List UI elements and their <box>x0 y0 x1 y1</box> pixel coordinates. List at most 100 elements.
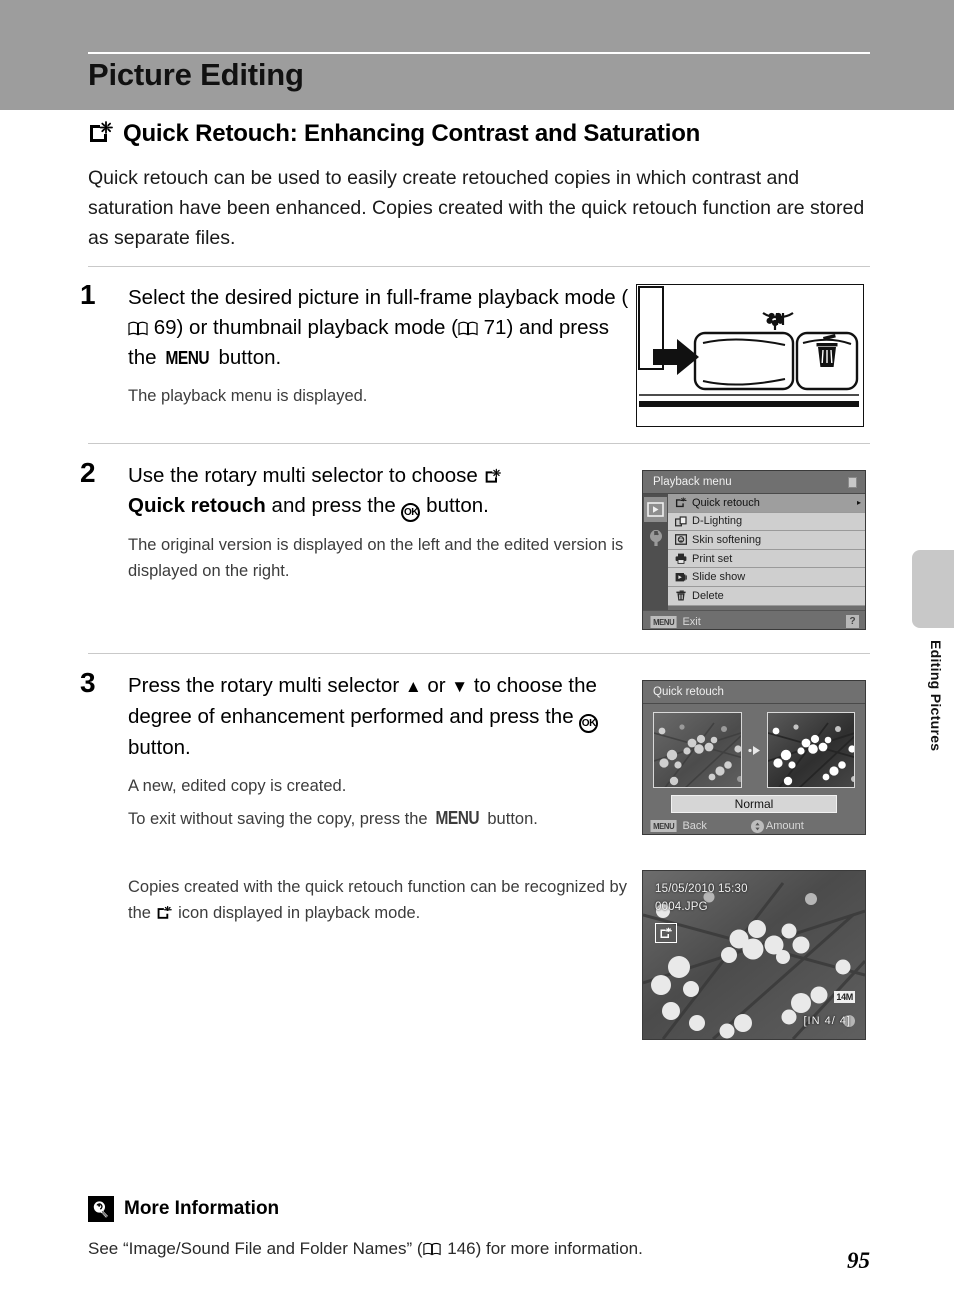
step-3-note-1: A new, edited copy is created. <box>128 777 347 795</box>
menu-chip: MENU <box>650 820 677 832</box>
photo-date: 15/05/2010 15:30 <box>655 883 748 895</box>
quick-retouch-footer: MENU Back Amount <box>643 816 865 834</box>
step-1-text-a: Select the desired picture in full-frame… <box>128 286 629 309</box>
menu-item-label: D-Lighting <box>692 515 743 528</box>
step-3-text-a: Press the rotary multi selector <box>128 674 405 697</box>
more-information-text: See “Image/Sound File and Folder Names” … <box>88 1236 870 1262</box>
step-1-text-d: button. <box>212 346 282 369</box>
back-label: Back <box>682 820 707 832</box>
amount-value[interactable]: Normal <box>671 795 837 813</box>
quick-retouch-badge <box>655 923 677 943</box>
section-intro: Quick retouch can be used to easily crea… <box>88 167 865 249</box>
step-2-text-b: and press the <box>265 494 402 517</box>
step-3-note-2: To exit without saving the copy, press t… <box>128 805 640 832</box>
retouched-preview-pane <box>766 712 855 788</box>
more-info-text-a: See “Image/Sound File and Folder Names” … <box>88 1239 423 1258</box>
page-number: 95 <box>847 1248 870 1273</box>
step-1: 1 Select the desired picture in full-fra… <box>80 279 640 409</box>
playback-screen: 15/05/2010 15:30 0004.JPG 14M [IN 4/ 4] <box>642 870 866 1040</box>
step-1-ref-2: 71 <box>483 316 507 339</box>
playback-menu-footer: MENU Exit ? <box>643 610 865 629</box>
menu-item-d-lighting[interactable]: D-Lighting <box>668 512 865 532</box>
up-arrow-icon: ▲ <box>404 677 422 696</box>
step-3-text-b: or <box>421 674 452 697</box>
amount-label: Amount <box>765 820 804 832</box>
help-icon[interactable]: ? <box>846 615 859 628</box>
resolution-badge: 14M <box>834 991 855 1003</box>
page-header-band: Picture Editing <box>0 0 954 110</box>
menu-item-quick-retouch[interactable]: Quick retouch ▸ <box>668 494 865 513</box>
menu-chip: MENU <box>650 615 677 628</box>
step-3-text-d: button. <box>128 736 191 759</box>
exit-label: Exit <box>682 615 701 628</box>
header-rule <box>88 52 870 54</box>
ok-button-icon: OK <box>579 714 599 733</box>
d-lighting-icon <box>674 515 687 527</box>
book-reference-icon <box>458 315 478 336</box>
camera-back-illustration <box>636 284 864 427</box>
more-information-title: More Information <box>124 1198 280 1219</box>
more-information-block: More Information See “Image/Sound File a… <box>88 1196 870 1262</box>
playback-menu-screen: Playback menu Quick retouch ▸ D-Lighting… <box>642 470 866 630</box>
step-1-instruction: Select the desired picture in full-frame… <box>128 283 640 373</box>
skin-softening-icon <box>674 534 687 546</box>
ok-button-icon: OK <box>401 503 421 522</box>
quick-retouch-title: Quick retouch <box>643 681 865 704</box>
step-3-instruction: Press the rotary multi selector ▲ or ▼ t… <box>128 671 640 763</box>
playback-menu-list: Quick retouch ▸ D-Lighting Skin softenin… <box>668 494 865 610</box>
menu-item-print-set[interactable]: Print set <box>668 549 865 569</box>
step-2-instruction: Use the rotary multi selector to choose … <box>128 461 640 522</box>
menu-item-label: Delete <box>692 589 724 602</box>
step-3-recognize-note: Copies created with the quick retouch fu… <box>128 874 628 926</box>
step-1-note: The playback menu is displayed. <box>128 387 368 405</box>
sidebar-item-playback[interactable] <box>644 497 667 522</box>
step-3-note-2-text-a: To exit without saving the copy, press t… <box>128 810 433 828</box>
photo-filename: 0004.JPG <box>655 901 708 913</box>
sidebar-item-setup[interactable] <box>644 526 667 551</box>
divider-2 <box>88 443 870 444</box>
page-title: Picture Editing <box>88 57 304 92</box>
menu-item-label: Print set <box>692 552 733 565</box>
step-1-ref-1: 69 <box>153 316 177 339</box>
section-title: Quick Retouch: Enhancing Contrast and Sa… <box>123 120 701 147</box>
quick-retouch-icon <box>88 120 114 144</box>
book-reference-icon <box>128 315 148 336</box>
section-heading: Quick Retouch: Enhancing Contrast and Sa… <box>88 120 888 148</box>
printer-icon <box>674 553 687 565</box>
step-2-text-c: button. <box>420 494 489 517</box>
step-2-note: The original version is displayed on the… <box>128 536 624 580</box>
quick-retouch-icon <box>674 497 687 509</box>
step-2-menu-item-name: Quick retouch <box>128 494 266 517</box>
chapter-tab-label: Editing Pictures <box>928 640 944 752</box>
quick-retouch-icon <box>156 902 174 919</box>
step-3-note-2-text-b: button. <box>482 810 538 828</box>
menu-item-slide-show[interactable]: Slide show <box>668 568 865 587</box>
trash-icon <box>674 590 687 602</box>
step-3-number: 3 <box>80 667 96 698</box>
quick-retouch-icon <box>484 463 502 483</box>
step-1-text-b: ) or thumbnail playback mode ( <box>176 316 458 339</box>
menu-tab-rail <box>643 494 668 610</box>
step-2-number: 2 <box>80 457 96 488</box>
more-info-ref: 146 <box>447 1239 476 1258</box>
divider-3 <box>88 653 870 654</box>
menu-item-skin-softening[interactable]: Skin softening <box>668 531 865 550</box>
quick-retouch-screen: Quick retouch Normal MENU Back Amount <box>642 680 866 835</box>
lightbulb-icon <box>88 1196 114 1222</box>
right-arrow-icon <box>747 745 761 756</box>
slide-show-icon <box>674 571 687 583</box>
up-down-icon <box>750 819 764 833</box>
book-reference-icon <box>422 1238 443 1256</box>
recognize-note-text-b: icon displayed in playback mode. <box>173 904 421 922</box>
menu-item-delete[interactable]: Delete <box>668 586 865 606</box>
menu-item-label: Slide show <box>692 571 746 584</box>
playback-menu-title: Playback menu <box>643 471 865 494</box>
menu-button-word: MENU <box>165 348 210 368</box>
step-2: 2 Use the rotary multi selector to choos… <box>80 457 640 584</box>
chapter-tab-marker <box>912 550 954 628</box>
step-1-number: 1 <box>80 279 96 310</box>
menu-item-label: Quick retouch <box>692 496 760 509</box>
chevron-right-icon: ▸ <box>856 498 861 508</box>
step-3: 3 Press the rotary multi selector ▲ or ▼… <box>80 667 640 832</box>
battery-icon <box>848 477 857 488</box>
